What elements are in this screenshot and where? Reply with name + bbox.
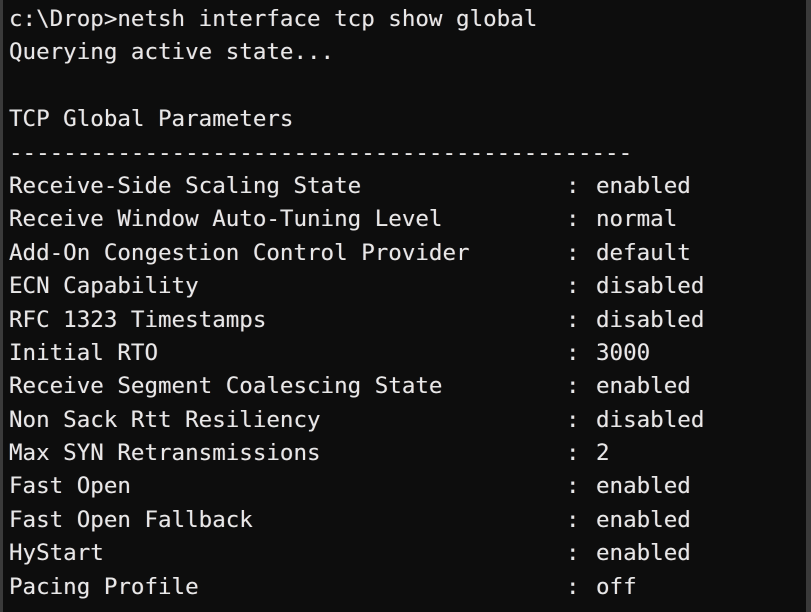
parameter-value: enabled: [596, 373, 691, 400]
parameter-row: Non Sack Rtt Resiliency: disabled: [9, 404, 806, 437]
parameter-value: disabled: [596, 406, 705, 433]
parameter-separator: :: [566, 373, 580, 400]
parameter-name: Initial RTO: [9, 339, 159, 366]
parameter-separator: :: [566, 273, 580, 300]
parameter-value: enabled: [596, 540, 691, 567]
parameter-row: Fast Open Fallback: enabled: [9, 504, 806, 537]
parameter-value: enabled: [596, 473, 691, 500]
parameter-name: RFC 1323 Timestamps: [9, 306, 267, 333]
parameter-value: enabled: [596, 172, 691, 199]
parameter-separator: :: [566, 239, 580, 266]
parameter-row: Receive-Side Scaling State: enabled: [9, 170, 806, 203]
parameter-separator: :: [566, 339, 580, 366]
parameter-separator: :: [566, 506, 580, 533]
parameter-row: Add-On Congestion Control Provider: defau…: [9, 237, 806, 270]
parameter-row: Pacing Profile: off: [9, 571, 806, 604]
parameter-separator: :: [566, 573, 580, 600]
parameter-value: normal: [596, 206, 678, 233]
parameter-name: HyStart: [9, 540, 104, 567]
parameter-separator: :: [566, 473, 580, 500]
terminal-window[interactable]: c:\Drop>netsh interface tcp show global …: [0, 0, 811, 612]
parameter-separator: :: [566, 440, 580, 467]
parameter-separator: :: [566, 306, 580, 333]
parameter-separator: :: [566, 406, 580, 433]
parameter-name: Fast Open: [9, 473, 131, 500]
parameter-name: Max SYN Retransmissions: [9, 440, 321, 467]
parameter-value: default: [596, 239, 691, 266]
parameter-name: Add-On Congestion Control Provider: [9, 239, 470, 266]
parameter-name: ECN Capability: [9, 273, 199, 300]
section-title: TCP Global Parameters: [9, 106, 294, 133]
parameter-row: RFC 1323 Timestamps: disabled: [9, 304, 806, 337]
parameter-value: 3000: [596, 339, 651, 366]
parameter-separator: :: [566, 540, 580, 567]
parameter-value: off: [596, 573, 637, 600]
parameter-row: Fast Open: enabled: [9, 470, 806, 503]
parameter-row: Max SYN Retransmissions:2: [9, 437, 806, 470]
parameter-row: ECN Capability: disabled: [9, 270, 806, 303]
parameter-row: Receive Window Auto-Tuning Level: normal: [9, 203, 806, 236]
parameter-row: HyStart: enabled: [9, 537, 806, 570]
parameter-value: disabled: [596, 306, 705, 333]
parameter-name: Receive Segment Coalescing State: [9, 373, 443, 400]
parameter-name: Fast Open Fallback: [9, 506, 253, 533]
command-prompt-line: c:\Drop>netsh interface tcp show global: [9, 6, 538, 32]
parameter-row: Receive Segment Coalescing State: enabled: [9, 370, 806, 403]
parameter-name: Non Sack Rtt Resiliency: [9, 406, 321, 433]
parameter-value: enabled: [596, 506, 691, 533]
section-separator: ----------------------------------------…: [9, 139, 633, 166]
parameter-separator: :: [566, 172, 580, 199]
parameter-value: 2: [596, 440, 610, 467]
parameter-name: Pacing Profile: [9, 573, 199, 600]
terminal-screen[interactable]: c:\Drop>netsh interface tcp show global …: [3, 0, 806, 612]
parameter-list: Receive-Side Scaling State: enabled Receiv…: [9, 170, 806, 604]
parameter-value: disabled: [596, 273, 705, 300]
parameter-name: Receive Window Auto-Tuning Level: [9, 206, 443, 233]
parameter-name: Receive-Side Scaling State: [9, 172, 362, 199]
status-line: Querying active state...: [9, 39, 335, 66]
parameter-separator: :: [566, 206, 580, 233]
parameter-row: Initial RTO:3000: [9, 337, 806, 370]
